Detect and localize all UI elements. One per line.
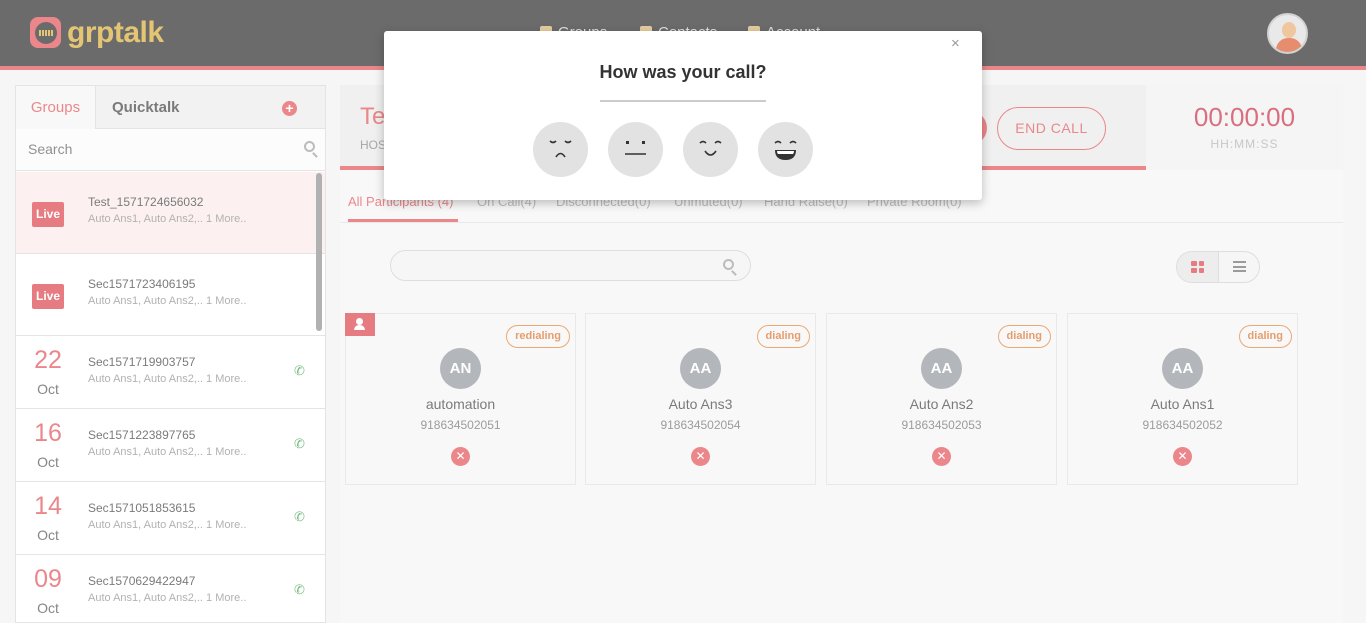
sad-face-icon[interactable] (533, 122, 588, 177)
close-icon[interactable]: × (951, 35, 960, 52)
title-divider (600, 100, 766, 102)
smile-face-icon[interactable] (683, 122, 738, 177)
call-rating-modal: × How was your call? (384, 31, 982, 200)
modal-title: How was your call? (599, 62, 767, 82)
neutral-face-icon[interactable] (608, 122, 663, 177)
happy-face-icon[interactable] (758, 122, 813, 177)
